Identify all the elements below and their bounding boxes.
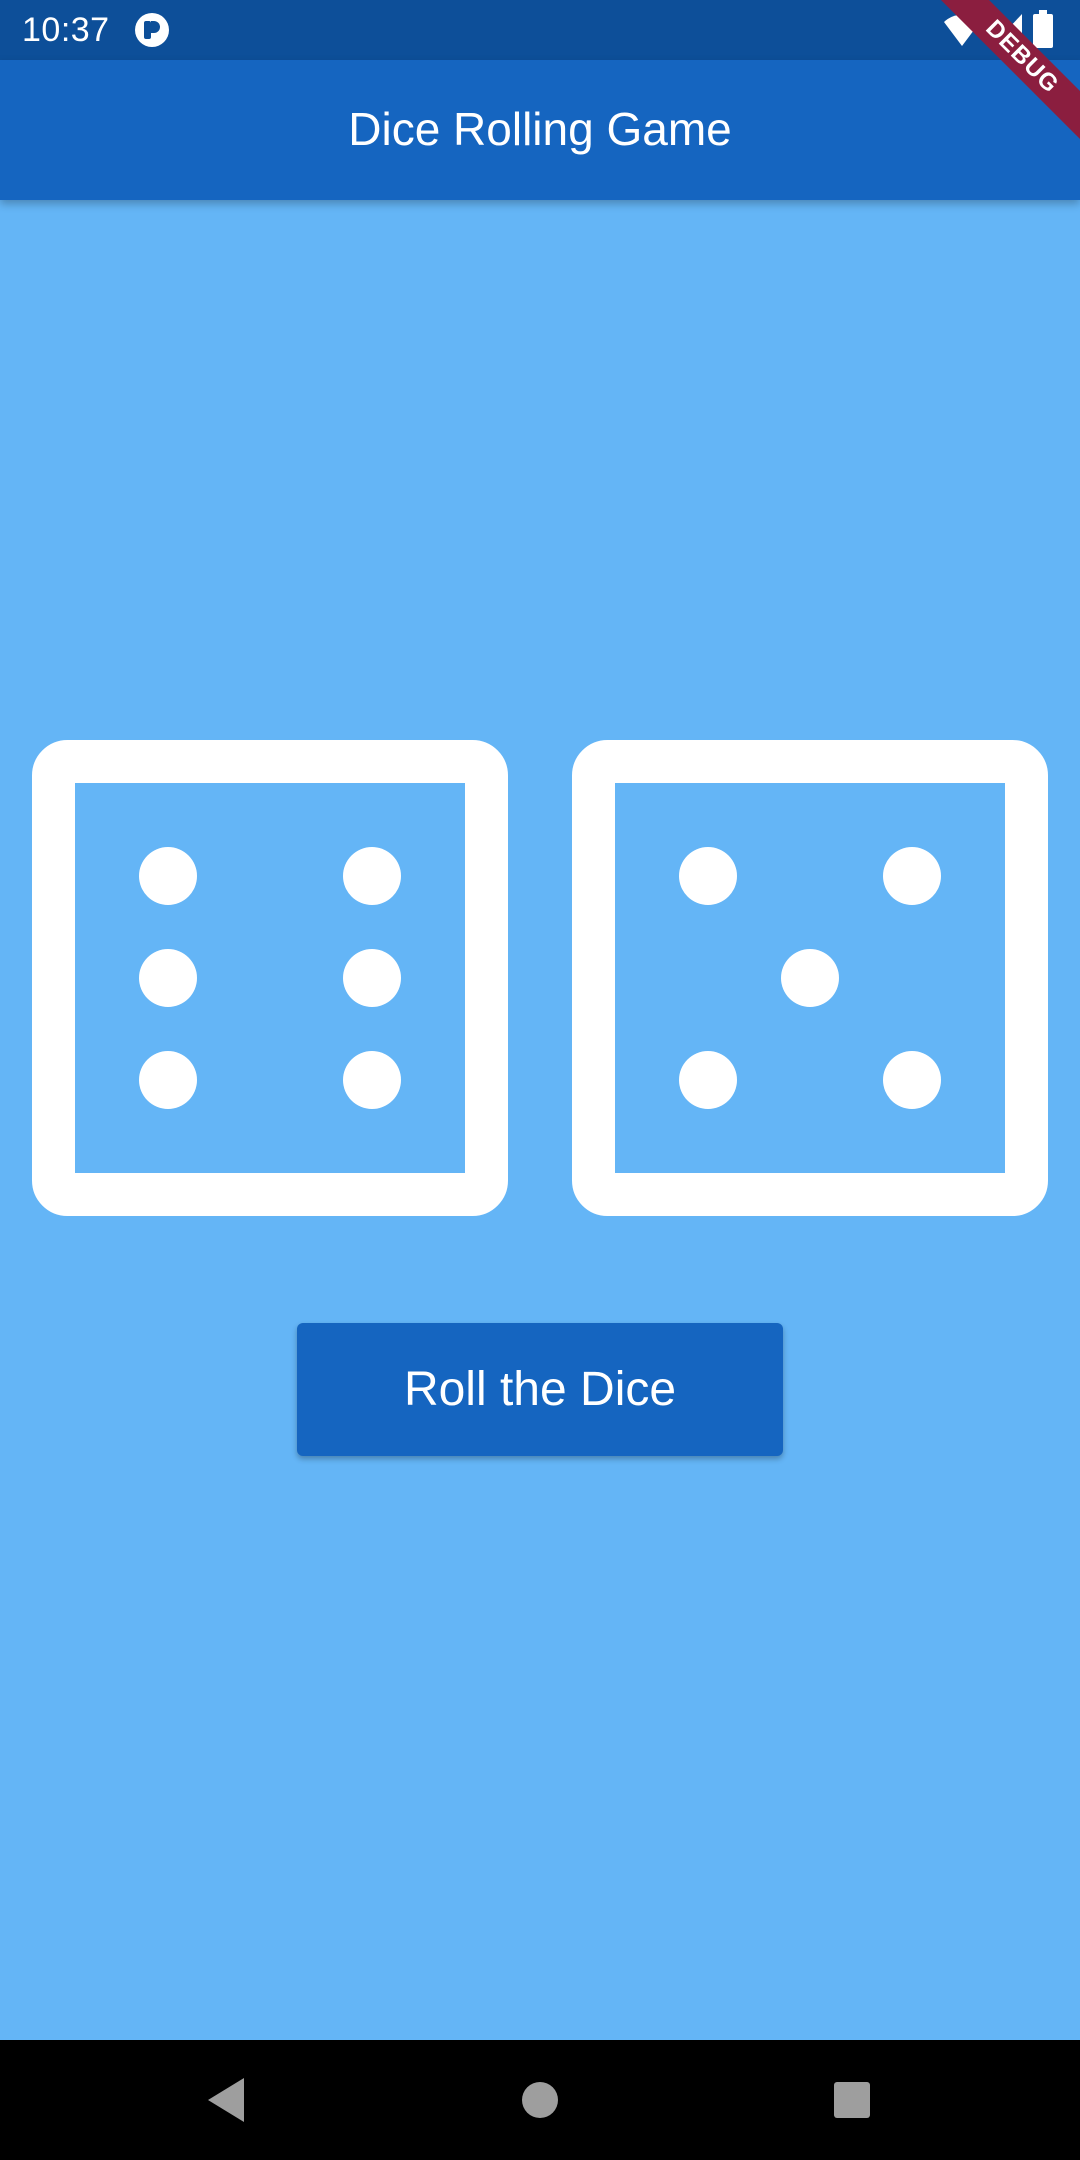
recents-icon[interactable] bbox=[822, 2070, 882, 2130]
left-die-pip bbox=[343, 847, 401, 905]
right-die-pip bbox=[679, 1051, 737, 1109]
left-die-pips bbox=[139, 847, 401, 1109]
right-die-pips bbox=[679, 847, 941, 1109]
right-die-pip bbox=[679, 847, 737, 905]
left-die-pip bbox=[139, 1051, 197, 1109]
right-die-pip bbox=[883, 847, 941, 905]
left-die-pip bbox=[343, 949, 401, 1007]
app-notification-icon bbox=[135, 13, 169, 47]
app-title: Dice Rolling Game bbox=[348, 103, 732, 155]
battery-icon bbox=[1033, 10, 1053, 48]
right-die bbox=[572, 740, 1048, 1216]
right-die-pip bbox=[883, 1051, 941, 1109]
left-die bbox=[32, 740, 508, 1216]
home-icon[interactable] bbox=[510, 2070, 570, 2130]
navigation-bar bbox=[0, 2040, 1080, 2160]
wifi-icon bbox=[944, 14, 980, 47]
screen: 10:37 Dice Rolling Game DEBUG Roll the D… bbox=[0, 0, 1080, 2160]
back-icon[interactable] bbox=[196, 2070, 256, 2130]
left-die-pip bbox=[139, 949, 197, 1007]
status-bar: 10:37 bbox=[0, 0, 1080, 60]
right-die-pip bbox=[781, 949, 839, 1007]
cell-signal-icon bbox=[990, 14, 1022, 48]
left-die-pip bbox=[343, 1051, 401, 1109]
app-bar: Dice Rolling Game bbox=[0, 60, 1080, 200]
left-die-pip bbox=[139, 847, 197, 905]
status-time: 10:37 bbox=[22, 11, 110, 49]
roll-dice-button[interactable]: Roll the Dice bbox=[297, 1323, 783, 1456]
